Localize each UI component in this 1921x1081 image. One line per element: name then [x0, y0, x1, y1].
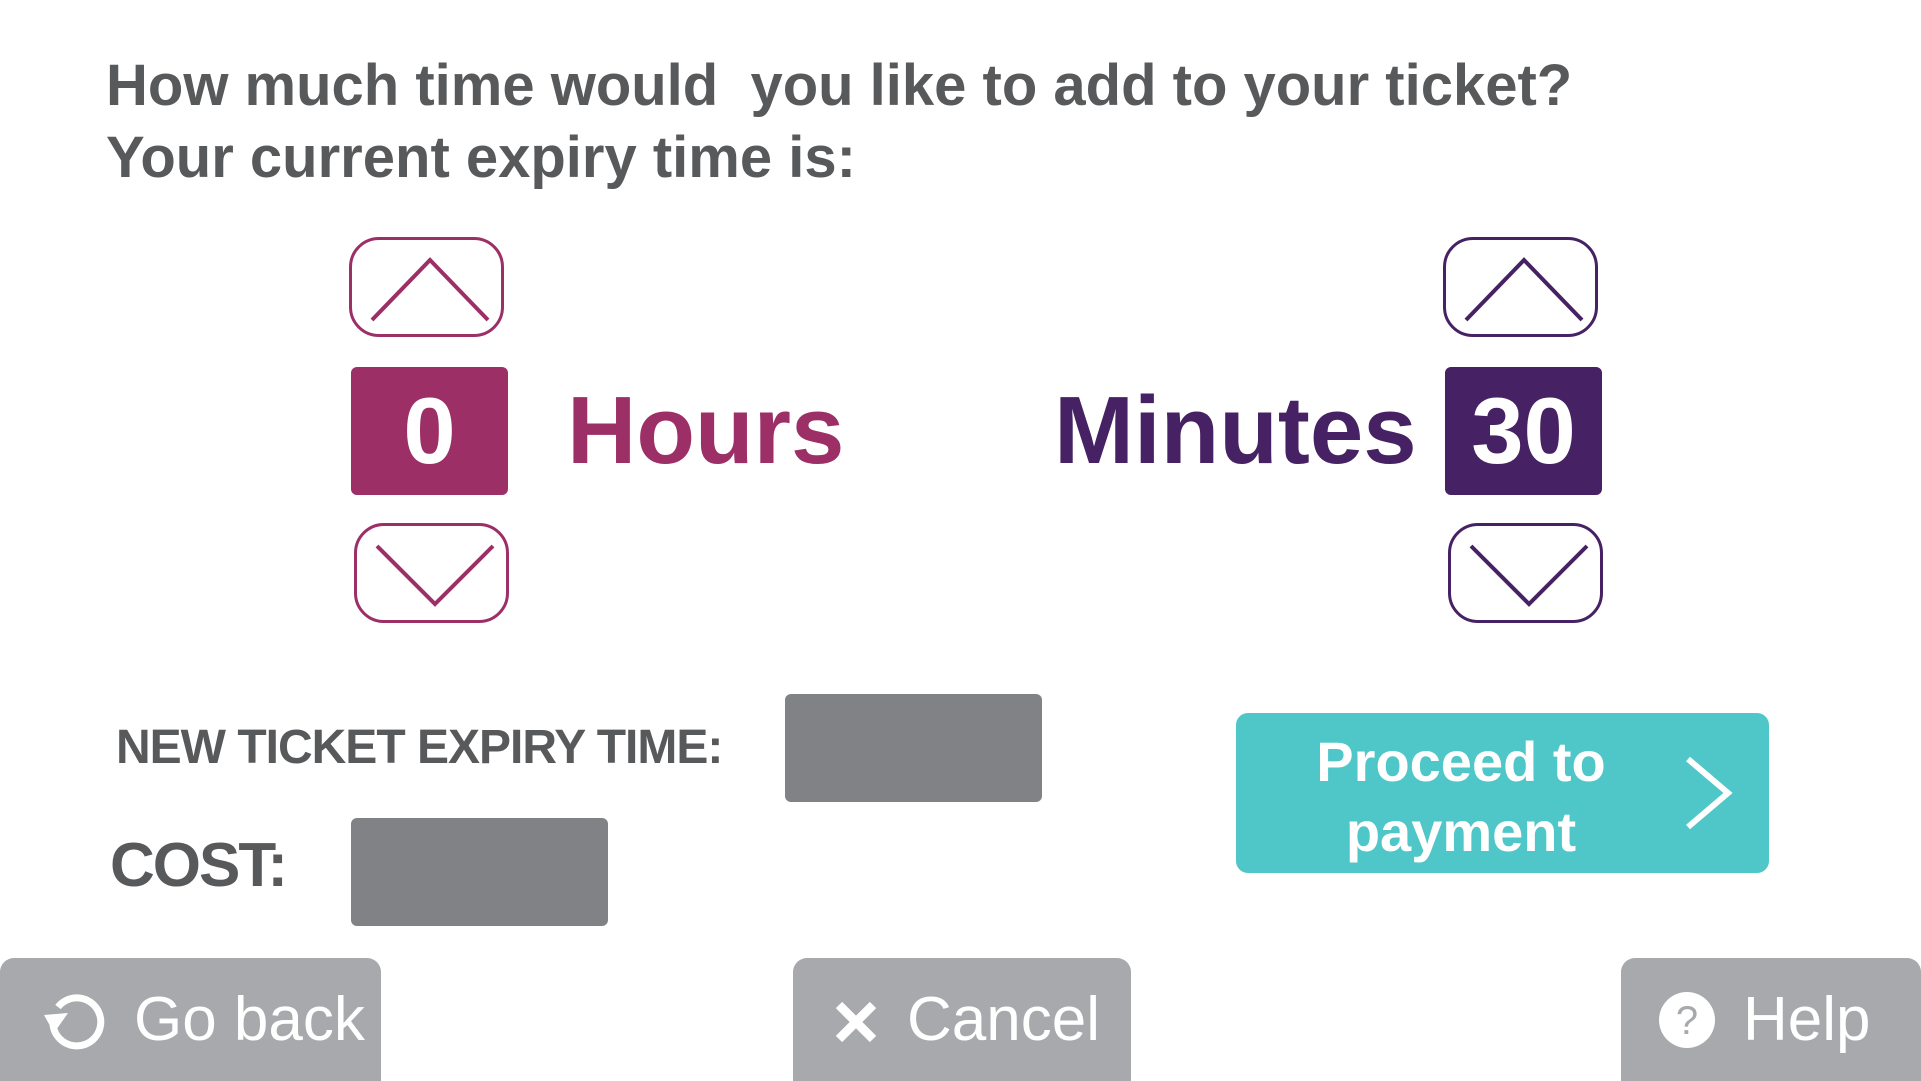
hours-label: Hours	[567, 377, 845, 484]
proceed-to-payment-button[interactable]: Proceed to payment	[1236, 713, 1769, 873]
chevron-up-icon	[370, 257, 490, 322]
hours-increase-button[interactable]	[349, 237, 504, 337]
cancel-label: Cancel	[907, 984, 1100, 1054]
x-icon	[835, 1001, 877, 1042]
go-back-label: Go back	[134, 984, 365, 1054]
help-label: Help	[1743, 984, 1871, 1054]
minutes-decrease-button[interactable]	[1448, 523, 1603, 623]
proceed-label: Proceed to payment	[1316, 730, 1606, 863]
cost-field	[351, 818, 608, 926]
question-circle-icon: ?	[1659, 991, 1715, 1048]
hours-decrease-button[interactable]	[354, 523, 509, 623]
go-back-button[interactable]: Go back	[0, 958, 381, 1081]
cost-label: COST:	[110, 831, 288, 900]
chevron-down-icon	[1469, 544, 1589, 607]
undo-arrow-icon	[44, 993, 105, 1049]
new-expiry-label: NEW TICKET EXPIRY TIME:	[116, 721, 723, 774]
minutes-increase-button[interactable]	[1443, 237, 1598, 337]
page-title: How much time would you like to add to y…	[106, 50, 1572, 194]
question-line-2: Your current expiry time is:	[106, 125, 856, 190]
cancel-button[interactable]: Cancel	[793, 958, 1131, 1081]
chevron-up-icon	[1464, 257, 1584, 322]
minutes-label: Minutes	[1054, 377, 1417, 484]
help-button[interactable]: ? Help	[1621, 958, 1921, 1081]
new-expiry-field	[785, 694, 1042, 802]
chevron-right-icon	[1686, 756, 1733, 830]
question-line-1: How much time would you like to add to y…	[106, 53, 1573, 118]
hours-value: 0	[351, 367, 508, 495]
svg-text:?: ?	[1676, 999, 1698, 1043]
minutes-value: 30	[1445, 367, 1602, 495]
chevron-down-icon	[375, 544, 495, 607]
